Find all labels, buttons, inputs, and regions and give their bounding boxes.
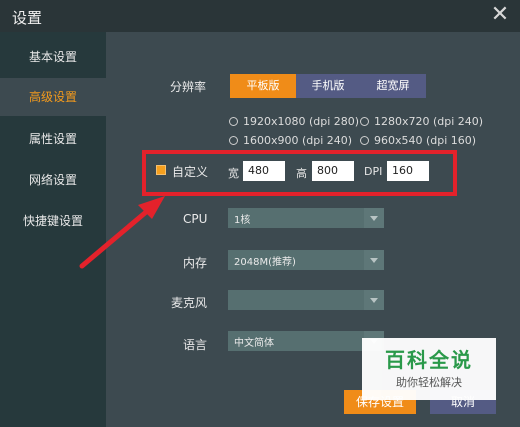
annotation-arrow-icon: [79, 196, 165, 269]
